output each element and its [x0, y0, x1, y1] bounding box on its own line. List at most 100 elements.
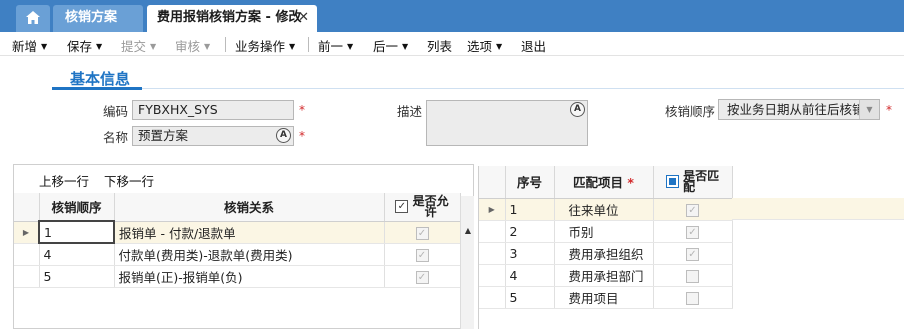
name-label: 名称	[103, 130, 129, 145]
description-field[interactable]	[426, 100, 588, 146]
row-marker	[14, 265, 40, 288]
match-item-cell[interactable]: 费用项目	[554, 286, 654, 309]
seq-cell[interactable]: 5	[505, 286, 555, 309]
row-marker	[479, 220, 506, 243]
matched-cell[interactable]	[653, 286, 733, 309]
scroll-up-icon[interactable]: ▲	[461, 226, 475, 235]
match-item-cell[interactable]: 费用承担部门	[554, 264, 654, 287]
row-marker	[479, 286, 506, 309]
submit-button[interactable]: 提交 ▼	[121, 36, 156, 55]
name-field[interactable]: 预置方案	[132, 126, 294, 146]
seq-cell[interactable]: 4	[505, 264, 555, 287]
caret-down-icon: ▼	[496, 42, 503, 51]
select-all-checkbox[interactable]	[665, 175, 679, 189]
tab-verification-scheme[interactable]: 核销方案	[53, 5, 143, 32]
match-item-cell[interactable]: 往来单位	[554, 198, 654, 221]
multilang-icon[interactable]: A	[570, 102, 585, 117]
selected-row-extension	[732, 198, 904, 220]
home-icon	[26, 11, 40, 24]
chevron-down-icon[interactable]: ▼	[859, 100, 879, 119]
next-button[interactable]: 后一 ▼	[373, 36, 408, 55]
close-icon[interactable]: ✕	[298, 5, 309, 30]
checkbox-checked[interactable]: ✓	[415, 248, 429, 262]
required-mark: *	[299, 103, 305, 117]
section-title[interactable]: 基本信息	[70, 68, 130, 89]
table-row[interactable]: 3 费用承担组织 ✓	[479, 242, 733, 265]
tab-label: 核销方案	[65, 10, 118, 25]
matched-cell[interactable]: ✓	[653, 242, 733, 265]
required-mark: *	[299, 129, 305, 143]
match-item-cell[interactable]: 币别	[554, 220, 654, 243]
checkbox-checked[interactable]: ✓	[686, 225, 699, 239]
table-row[interactable]: 4 费用承担部门	[479, 264, 733, 287]
seq-cell[interactable]: 3	[505, 242, 555, 265]
checkbox-checked[interactable]: ✓	[686, 203, 699, 217]
vertical-scrollbar[interactable]: ▲	[460, 196, 474, 329]
multilang-icon[interactable]: A	[276, 128, 291, 143]
select-all-checkbox[interactable]: ✓	[395, 200, 409, 214]
row-pointer-icon: ▶	[14, 221, 40, 244]
tab-label: 费用报销核销方案 - 修改	[157, 10, 302, 25]
allowed-cell[interactable]: ✓	[384, 243, 461, 266]
row-marker	[14, 243, 40, 266]
matched-cell[interactable]: ✓	[653, 198, 733, 221]
column-header-allowed[interactable]: ✓ 是否允许	[384, 193, 461, 222]
move-down-button[interactable]: 下移一行	[104, 171, 154, 190]
allowed-cell[interactable]: ✓	[384, 221, 461, 244]
move-up-button[interactable]: 上移一行	[39, 171, 89, 190]
required-mark: *	[627, 175, 634, 191]
checkbox-checked[interactable]: ✓	[415, 226, 429, 240]
exit-button[interactable]: 退出	[521, 36, 546, 55]
column-header-allowed-label-cont: 许	[424, 204, 437, 219]
code-field[interactable]: FYBXHX_SYS	[132, 100, 294, 120]
checkbox-unchecked[interactable]	[686, 291, 699, 305]
name-value: 预置方案	[138, 128, 189, 143]
relation-cell[interactable]: 付款单(费用类)-退款单(费用类)	[114, 243, 385, 266]
checkbox-checked[interactable]: ✓	[686, 247, 699, 261]
options-button[interactable]: 选项 ▼	[467, 36, 502, 55]
column-header-matched-label-cont: 配	[683, 179, 696, 194]
row-marker	[479, 242, 506, 265]
new-button[interactable]: 新增 ▼	[12, 36, 47, 55]
business-operation-button[interactable]: 业务操作 ▼	[235, 36, 295, 55]
matched-cell[interactable]: ✓	[653, 220, 733, 243]
section-active-indicator	[52, 87, 142, 90]
tab-expense-verification-edit[interactable]: 费用报销核销方案 - 修改 ✕	[147, 5, 317, 32]
table-row[interactable]: 5 报销单(正)-报销单(负) ✓	[14, 265, 461, 288]
table-row[interactable]: 4 付款单(费用类)-退款单(费用类) ✓	[14, 243, 461, 266]
row-marker	[479, 264, 506, 287]
allowed-cell[interactable]: ✓	[384, 265, 461, 288]
table-row[interactable]: ▶ 1 往来单位 ✓	[479, 198, 733, 221]
caret-down-icon: ▼	[402, 42, 409, 51]
column-header-seq[interactable]: 核销顺序	[39, 193, 115, 222]
tab-bar: 核销方案 费用报销核销方案 - 修改 ✕	[0, 0, 904, 32]
table-row[interactable]: ▶ 1 报销单 - 付款/退款单 ✓	[14, 220, 461, 244]
table-row[interactable]: 2 币别 ✓	[479, 220, 733, 243]
previous-button[interactable]: 前一 ▼	[318, 36, 353, 55]
column-header-seq[interactable]: 序号	[505, 166, 555, 199]
seq-cell[interactable]: 5	[39, 265, 115, 288]
table-row[interactable]: 5 费用项目	[479, 286, 733, 309]
required-mark: *	[886, 103, 892, 117]
list-button[interactable]: 列表	[427, 36, 452, 55]
seq-cell[interactable]: 2	[505, 220, 555, 243]
caret-down-icon: ▼	[41, 42, 48, 51]
relation-cell[interactable]: 报销单(正)-报销单(负)	[114, 265, 385, 288]
checkbox-checked[interactable]: ✓	[415, 270, 429, 284]
checkbox-unchecked[interactable]	[686, 269, 699, 283]
seq-cell[interactable]: 1	[505, 198, 555, 221]
seq-cell[interactable]: 1	[38, 220, 115, 244]
save-button[interactable]: 保存 ▼	[67, 36, 102, 55]
relation-cell[interactable]: 报销单 - 付款/退款单	[114, 221, 385, 244]
audit-button[interactable]: 审核 ▼	[175, 36, 210, 55]
main-toolbar: 新增 ▼ 保存 ▼ 提交 ▼ 审核 ▼ 业务操作 ▼ 前一 ▼ 后一 ▼ 列表 选项 ▼ 退出	[0, 32, 904, 56]
column-header-relation[interactable]: 核销关系	[114, 193, 385, 222]
tab-home[interactable]	[16, 5, 50, 32]
matched-cell[interactable]	[653, 264, 733, 287]
match-item-cell[interactable]: 费用承担组织	[554, 242, 654, 265]
column-header-match-item[interactable]: 匹配项目 *	[554, 166, 654, 199]
column-header-match-item-label: 匹配项目	[573, 175, 624, 191]
verification-order-select[interactable]: 按业务日期从前往后核销 ▼	[718, 99, 880, 120]
seq-cell[interactable]: 4	[39, 243, 115, 266]
column-header-matched[interactable]: 是否匹配	[653, 166, 733, 199]
